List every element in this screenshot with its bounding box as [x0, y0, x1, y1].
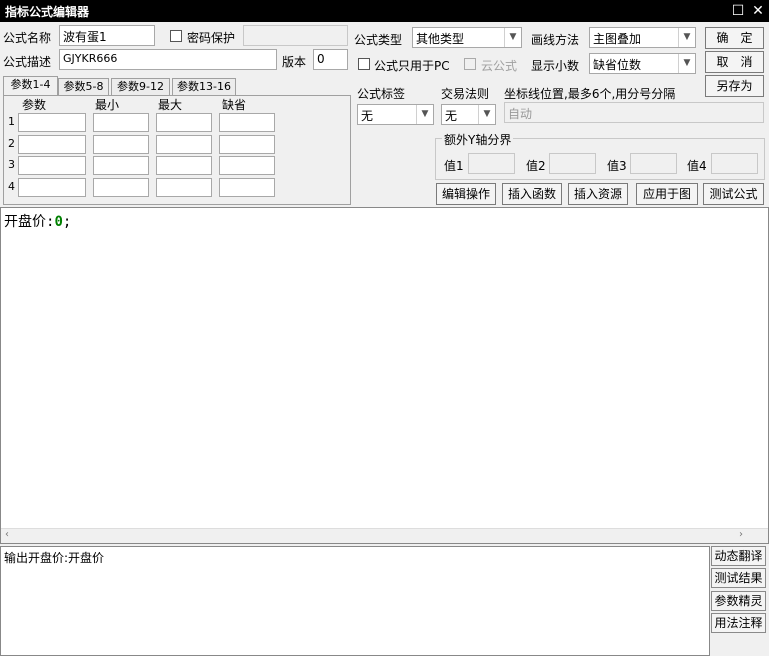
param-min-input[interactable]	[93, 178, 149, 197]
coord-line-input[interactable]: 自动	[504, 102, 764, 123]
password-checkbox[interactable]	[170, 30, 182, 42]
code-identifier: 开盘价	[4, 214, 46, 230]
coord-line-label: 坐标线位置,最多6个,用分号分隔	[504, 87, 676, 101]
y-value-2-label: 值2	[526, 159, 546, 173]
save-as-button[interactable]: 另存为	[705, 75, 764, 97]
tab-params-9-12[interactable]: 参数9-12	[111, 78, 170, 96]
param-header-max: 最大	[158, 98, 183, 112]
cloud-label: 云公式	[481, 59, 518, 73]
param-name-input[interactable]	[18, 135, 86, 154]
param-default-input[interactable]	[219, 135, 275, 154]
formula-name-label: 公式名称	[3, 31, 52, 45]
formula-name-input[interactable]: 波有蛋1	[59, 25, 155, 46]
y-value-3-input[interactable]	[630, 153, 677, 174]
chevron-down-icon: ▼	[478, 105, 495, 124]
code-line: 开盘价:0;	[4, 211, 71, 231]
output-text: 输出开盘价:开盘价	[4, 551, 105, 565]
extra-y-label: 额外Y轴分界	[442, 131, 514, 148]
param-min-input[interactable]	[93, 113, 149, 132]
apply-to-chart-button[interactable]: 应用于图	[636, 183, 698, 205]
formula-tag-select[interactable]: 无 ▼	[357, 104, 434, 125]
scroll-right-icon[interactable]: ›	[739, 529, 743, 540]
code-editor[interactable]: 开盘价:0;	[0, 207, 769, 544]
param-name-input[interactable]	[18, 178, 86, 197]
param-default-input[interactable]	[219, 178, 275, 197]
decimals-select[interactable]: 缺省位数 ▼	[589, 53, 696, 74]
chevron-down-icon: ▼	[678, 28, 695, 47]
param-name-input[interactable]	[18, 156, 86, 175]
maximize-icon[interactable]: ☐	[729, 2, 747, 20]
title-bar: 指标公式编辑器 ☐ ✕	[0, 0, 769, 22]
formula-tag-label: 公式标签	[357, 87, 406, 101]
insert-resource-button[interactable]: 插入资源	[568, 183, 628, 205]
pc-only-label: 公式只用于PC	[374, 59, 450, 73]
param-max-input[interactable]	[156, 135, 212, 154]
y-value-3-label: 值3	[607, 159, 627, 173]
usage-notes-button[interactable]: 用法注释	[711, 613, 766, 633]
formula-desc-label: 公式描述	[3, 55, 52, 69]
edit-operation-button[interactable]: 编辑操作	[436, 183, 496, 205]
chevron-down-icon: ▼	[678, 54, 695, 73]
param-header-name: 参数	[22, 98, 47, 112]
code-number: 0	[54, 214, 63, 230]
param-row-number: 4	[8, 180, 15, 193]
y-value-1-label: 值1	[444, 159, 464, 173]
decimals-value: 缺省位数	[593, 58, 642, 72]
y-value-4-input[interactable]	[711, 153, 758, 174]
trade-rule-value: 无	[445, 109, 458, 123]
y-value-2-input[interactable]	[549, 153, 596, 174]
window-title: 指标公式编辑器	[5, 5, 90, 19]
param-default-input[interactable]	[219, 156, 275, 175]
password-label: 密码保护	[187, 31, 236, 45]
chevron-down-icon: ▼	[416, 105, 433, 124]
scroll-left-icon[interactable]: ‹	[5, 529, 9, 540]
close-icon[interactable]: ✕	[749, 2, 767, 20]
param-max-input[interactable]	[156, 156, 212, 175]
formula-type-label: 公式类型	[354, 33, 403, 47]
param-min-input[interactable]	[93, 156, 149, 175]
cloud-checkbox[interactable]	[464, 58, 476, 70]
param-header-default: 缺省	[222, 98, 247, 112]
param-name-input[interactable]	[18, 113, 86, 132]
y-value-4-label: 值4	[687, 159, 707, 173]
version-label: 版本	[282, 55, 307, 69]
param-min-input[interactable]	[93, 135, 149, 154]
cancel-button[interactable]: 取 消	[705, 51, 764, 73]
formula-type-select[interactable]: 其他类型 ▼	[412, 27, 522, 48]
tab-params-13-16[interactable]: 参数13-16	[172, 78, 236, 96]
version-input[interactable]: 0	[313, 49, 348, 70]
trade-rule-select[interactable]: 无 ▼	[441, 104, 496, 125]
param-default-input[interactable]	[219, 113, 275, 132]
param-max-input[interactable]	[156, 113, 212, 132]
draw-method-select[interactable]: 主图叠加 ▼	[589, 27, 696, 48]
y-value-1-input[interactable]	[468, 153, 515, 174]
tab-params-1-4[interactable]: 参数1-4	[3, 76, 58, 96]
trade-rule-label: 交易法则	[441, 87, 490, 101]
chevron-down-icon: ▼	[504, 28, 521, 47]
param-wizard-button[interactable]: 参数精灵	[711, 591, 766, 611]
param-row-number: 2	[8, 137, 15, 150]
code-semicolon: ;	[62, 214, 72, 230]
pc-only-checkbox[interactable]	[358, 58, 370, 70]
password-input[interactable]	[243, 25, 348, 46]
formula-desc-input[interactable]: GJYKR666	[59, 49, 277, 70]
param-header-min: 最小	[95, 98, 120, 112]
param-row-number: 1	[8, 115, 15, 128]
draw-method-value: 主图叠加	[593, 32, 642, 46]
formula-type-value: 其他类型	[416, 32, 465, 46]
param-row-number: 3	[8, 158, 15, 171]
dynamic-translate-button[interactable]: 动态翻译	[711, 546, 766, 566]
output-panel: 输出开盘价:开盘价	[0, 546, 710, 656]
tab-params-5-8[interactable]: 参数5-8	[58, 78, 109, 96]
test-result-button[interactable]: 测试结果	[711, 568, 766, 588]
ok-button[interactable]: 确 定	[705, 27, 764, 49]
formula-tag-value: 无	[361, 109, 374, 123]
draw-method-label: 画线方法	[531, 33, 580, 47]
param-max-input[interactable]	[156, 178, 212, 197]
test-formula-button[interactable]: 测试公式	[703, 183, 764, 205]
insert-function-button[interactable]: 插入函数	[502, 183, 562, 205]
decimals-label: 显示小数	[531, 59, 580, 73]
horizontal-scrollbar[interactable]: ‹ ›	[1, 528, 768, 543]
